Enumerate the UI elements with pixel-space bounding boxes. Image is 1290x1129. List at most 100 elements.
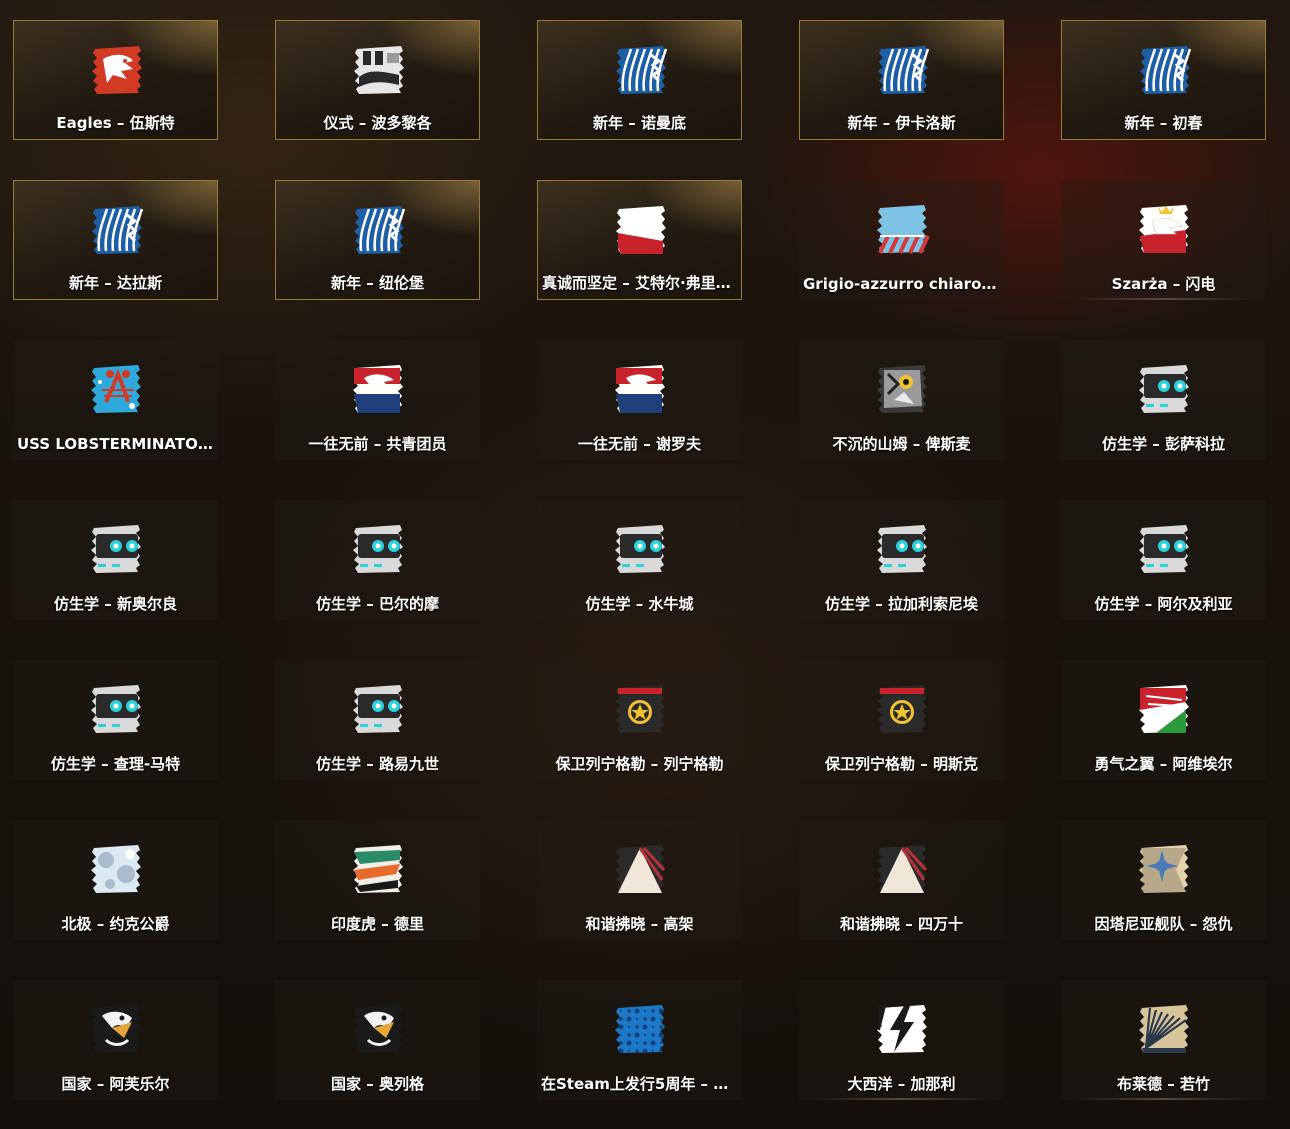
charm-card[interactable]: 和谐拂晓 – 四万十	[799, 820, 1004, 940]
charm-label: 北极 – 约克公爵	[61, 915, 170, 933]
tiger-stripe-icon	[350, 840, 406, 896]
charm-label: 新年 – 伊卡洛斯	[847, 114, 956, 132]
robot-icon	[874, 520, 930, 576]
fan-icon	[1136, 1000, 1192, 1056]
lobster-icon	[88, 360, 144, 416]
charm-label: 新年 – 诺曼底	[593, 114, 686, 132]
charm-label: 新年 – 初春	[1124, 114, 1203, 132]
charm-card[interactable]: 在Steam上发行5周年 – 英雄	[537, 980, 742, 1100]
charm-label: 仿生学 – 彭萨科拉	[1102, 435, 1225, 453]
charm-label: 仿生学 – 路易九世	[316, 755, 439, 773]
charm-label: 和谐拂晓 – 高架	[585, 915, 694, 933]
charm-label: USS LOBSTERMINATOR – 防御兵	[17, 435, 214, 453]
charm-label: 仿生学 – 水牛城	[585, 595, 694, 613]
tricolor-wing-icon	[1136, 680, 1192, 736]
charm-label: 国家 – 奥列格	[331, 1075, 424, 1093]
steam-halftone-icon	[612, 1000, 668, 1056]
charm-card[interactable]: 印度虎 – 德里	[275, 820, 480, 940]
charm-card[interactable]: 一往无前 – 共青团员	[275, 340, 480, 460]
new-year-wreath-icon	[1137, 41, 1193, 97]
charm-label: Eagles – 伍斯特	[56, 114, 175, 132]
lightning-icon	[874, 1000, 930, 1056]
charm-card[interactable]: 新年 – 伊卡洛斯	[799, 20, 1004, 140]
charm-label: 保卫列宁格勒 – 明斯克	[825, 755, 978, 773]
charm-label: 仿生学 – 拉加利索尼埃	[825, 595, 978, 613]
charm-label: 真诚而坚定 – 艾特尔·弗里德里希	[542, 274, 737, 292]
charm-card[interactable]: 保卫列宁格勒 – 列宁格勒	[537, 660, 742, 780]
charm-card[interactable]: 仿生学 – 水牛城	[537, 500, 742, 620]
robot-icon	[1136, 360, 1192, 416]
charm-label: 大西洋 – 加那利	[847, 1075, 956, 1093]
star-medal-icon	[612, 680, 668, 736]
charm-card[interactable]: 因塔尼亚舰队 – 怨仇	[1061, 820, 1266, 940]
charm-label: 仿生学 – 阿尔及利亚	[1094, 595, 1233, 613]
snowflake-icon	[1136, 840, 1192, 896]
charm-label: 不沉的山姆 – 俾斯麦	[832, 435, 971, 453]
charm-label: 和谐拂晓 – 四万十	[840, 915, 963, 933]
charm-card[interactable]: 仿生学 – 查理-马特	[13, 660, 218, 780]
charm-card[interactable]: 仿生学 – 巴尔的摩	[275, 500, 480, 620]
robot-icon	[612, 520, 668, 576]
charm-label: 勇气之翼 – 阿维埃尔	[1094, 755, 1233, 773]
charm-label: 国家 – 阿芙乐尔	[61, 1075, 170, 1093]
charm-label: 一往无前 – 共青团员	[308, 435, 447, 453]
charm-label: 在Steam上发行5周年 – 英雄	[541, 1075, 738, 1093]
charm-label: 布莱德 – 若竹	[1117, 1075, 1210, 1093]
charm-card[interactable]: 和谐拂晓 – 高架	[537, 820, 742, 940]
charm-card[interactable]: 一往无前 – 谢罗夫	[537, 340, 742, 460]
charm-label: 仿生学 – 新奥尔良	[54, 595, 177, 613]
charm-card[interactable]: 仿生学 – 新奥尔良	[13, 500, 218, 620]
charm-card[interactable]: 勇气之翼 – 阿维埃尔	[1061, 660, 1266, 780]
star-medal-icon	[874, 680, 930, 736]
dawn-triangle-icon	[612, 840, 668, 896]
charm-card[interactable]: 北极 – 约克公爵	[13, 820, 218, 940]
crowned-eagle-icon	[1136, 200, 1192, 256]
new-year-wreath-icon	[351, 201, 407, 257]
charm-label: 新年 – 达拉斯	[69, 274, 162, 292]
charm-card[interactable]: 仿生学 – 拉加利索尼埃	[799, 500, 1004, 620]
charm-label: 印度虎 – 德里	[331, 915, 424, 933]
arctic-camo-icon	[88, 840, 144, 896]
charm-label: 仪式 – 波多黎各	[323, 114, 432, 132]
eagle-flag-icon	[350, 360, 406, 416]
penguin-icon	[88, 1000, 144, 1056]
charm-card[interactable]: 保卫列宁格勒 – 明斯克	[799, 660, 1004, 780]
charm-label: Szarża – 闪电	[1111, 275, 1216, 293]
charm-label: 一往无前 – 谢罗夫	[578, 435, 701, 453]
charm-card[interactable]: 仿生学 – 路易九世	[275, 660, 480, 780]
charm-label: 因塔尼亚舰队 – 怨仇	[1094, 915, 1233, 933]
charm-card[interactable]: USS LOBSTERMINATOR – 防御兵	[13, 340, 218, 460]
robot-icon	[350, 520, 406, 576]
penguin-icon	[350, 1000, 406, 1056]
charm-card[interactable]: 大西洋 – 加那利	[799, 980, 1004, 1100]
eagle-flag-icon	[612, 360, 668, 416]
charm-card[interactable]: 新年 – 纽伦堡	[275, 180, 480, 300]
charm-label: 保卫列宁格勒 – 列宁格勒	[555, 755, 724, 773]
new-year-wreath-icon	[875, 41, 931, 97]
charm-card[interactable]: Szarża – 闪电	[1061, 180, 1266, 300]
charm-card[interactable]: Grigio-azzurro chiaro – 扎拉	[799, 180, 1004, 300]
charm-card[interactable]: 不沉的山姆 – 俾斯麦	[799, 340, 1004, 460]
charm-card[interactable]: 布莱德 – 若竹	[1061, 980, 1266, 1100]
owl-icon	[874, 360, 930, 416]
charm-card[interactable]: 国家 – 阿芙乐尔	[13, 980, 218, 1100]
charm-label: 仿生学 – 巴尔的摩	[316, 595, 439, 613]
eagle-icon	[89, 41, 145, 97]
charm-card[interactable]: 国家 – 奥列格	[275, 980, 480, 1100]
charm-card[interactable]: 仪式 – 波多黎各	[275, 20, 480, 140]
charm-grid: Eagles – 伍斯特 仪式 – 波多黎各 新年 – 诺曼底 新年 – 伊卡洛斯 新年…	[0, 0, 1290, 1129]
robot-icon	[88, 680, 144, 736]
charm-card[interactable]: 真诚而坚定 – 艾特尔·弗里德里希	[537, 180, 742, 300]
charm-label: Grigio-azzurro chiaro – 扎拉	[803, 275, 1000, 293]
robot-icon	[350, 680, 406, 736]
charm-card[interactable]: 新年 – 初春	[1061, 20, 1266, 140]
charm-card[interactable]: Eagles – 伍斯特	[13, 20, 218, 140]
charm-label: 仿生学 – 查理-马特	[50, 755, 181, 773]
charm-card[interactable]: 新年 – 诺曼底	[537, 20, 742, 140]
robot-icon	[1136, 520, 1192, 576]
charm-card[interactable]: 仿生学 – 阿尔及利亚	[1061, 500, 1266, 620]
charm-label: 新年 – 纽伦堡	[331, 274, 424, 292]
charm-card[interactable]: 新年 – 达拉斯	[13, 180, 218, 300]
charm-card[interactable]: 仿生学 – 彭萨科拉	[1061, 340, 1266, 460]
new-year-wreath-icon	[89, 201, 145, 257]
